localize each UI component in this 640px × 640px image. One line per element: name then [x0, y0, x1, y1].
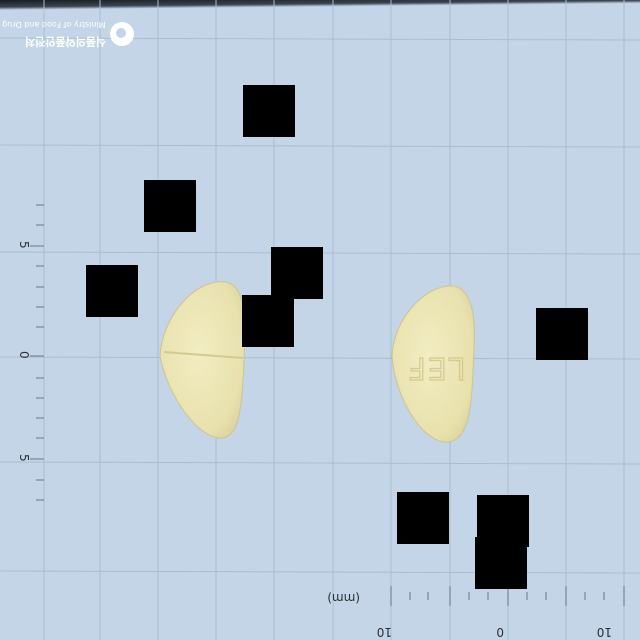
agency-name-ko: 식품의약품안전처 [25, 35, 106, 48]
redaction-box [242, 295, 294, 347]
redaction-box [536, 308, 588, 360]
pill-back: LEF [391, 285, 475, 443]
redaction-box [243, 85, 295, 137]
horizontal-tick-label: 10 [377, 625, 392, 639]
pill-front [159, 281, 246, 439]
horizontal-tick-label: 10 [597, 625, 612, 639]
vertical-tick-label: 0 [17, 351, 31, 359]
vertical-tick-label: 5 [17, 241, 31, 249]
redaction-box [271, 247, 323, 299]
vertical-tick-label: 5 [17, 454, 31, 462]
horizontal-ruler [390, 586, 625, 606]
agency-name-en: Ministry of Food and Drug Safety [0, 20, 106, 29]
pill-photo-scene: 5 0 5 10 0 10 (mm) LEF Ministry of Food … [0, 0, 640, 640]
redaction-box [86, 265, 138, 317]
horizontal-tick-label: 0 [496, 625, 504, 639]
pill-back-imprint: LEF [407, 350, 466, 385]
agency-emblem-icon [110, 22, 134, 46]
redaction-box [144, 180, 196, 232]
agency-logo: Ministry of Food and Drug Safety 식품의약품안전… [0, 18, 138, 58]
redaction-box [397, 492, 449, 544]
redaction-box [475, 537, 527, 589]
ruler-unit-label: (mm) [327, 591, 360, 605]
vertical-ruler [30, 204, 44, 501]
